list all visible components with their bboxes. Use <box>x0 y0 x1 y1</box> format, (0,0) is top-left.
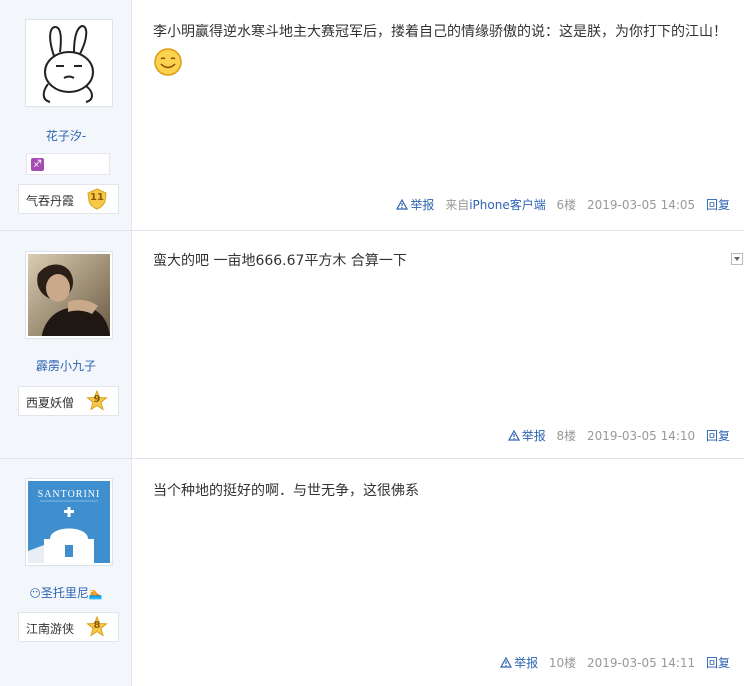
avatar[interactable] <box>25 251 113 339</box>
level-shield-icon: 11 <box>86 188 108 210</box>
post-content: 当个种地的挺好的啊．与世无争，这很佛系 <box>153 477 733 506</box>
smiley-face-icon <box>154 48 182 76</box>
rabbit-avatar-icon <box>28 22 110 104</box>
reply-link[interactable]: 回复 <box>706 656 730 670</box>
username-link[interactable]: 😶圣托里尼🏊 <box>0 584 132 601</box>
post-datetime: 2019-03-05 14:05 <box>587 198 696 212</box>
post-text: 蛮大的吧 一亩地666.67平方木 合算一下 <box>153 253 407 269</box>
warning-icon <box>507 430 520 441</box>
santorini-church-avatar: SANTORINI <box>28 481 110 563</box>
client-source: 来自iPhone客户端 <box>445 198 546 212</box>
rank-name: 江南游侠 <box>26 622 75 636</box>
post-floor-8: 霹雳小九子 西夏妖僧 9 蛮大的吧 一亩地666.67平方木 合算一下 举报 8… <box>0 231 744 459</box>
username-link[interactable]: 花子汐- <box>0 127 132 144</box>
post-floor-10: SANTORINI 😶圣托里尼🏊 江南游侠 8 当个种地的挺好的啊．与世无争，这… <box>0 459 744 686</box>
forum-rank-badge[interactable]: 气吞丹霞 11 <box>18 184 119 214</box>
forum-rank-badge[interactable]: 西夏妖僧 9 <box>18 386 119 416</box>
forum-rank-badge[interactable]: 江南游侠 8 <box>18 612 119 642</box>
rank-level: 8 <box>93 620 101 631</box>
reply-link[interactable]: 回复 <box>706 429 730 443</box>
user-icon-bar: ♐ <box>26 153 110 175</box>
floor-number: 6楼 <box>556 198 577 212</box>
level-star-icon: 8 <box>86 616 108 638</box>
post-datetime: 2019-03-05 14:10 <box>587 429 696 443</box>
rank-name: 气吞丹霞 <box>26 194 75 208</box>
warning-icon <box>500 657 513 668</box>
rank-level: 9 <box>93 394 101 405</box>
post-datetime: 2019-03-05 14:11 <box>587 656 696 670</box>
avatar[interactable]: SANTORINI <box>25 478 113 566</box>
post-menu-dropdown-icon[interactable] <box>731 253 743 265</box>
username-suffix-emoji: 🏊 <box>88 587 103 600</box>
floor-number: 8楼 <box>556 429 577 443</box>
post-text: 李小明赢得逆水寒斗地主大赛冠军后，搂着自己的情缘骄傲的说：这是朕，为你打下的江山… <box>153 24 727 40</box>
avatar[interactable] <box>25 19 113 107</box>
post-content: 李小明赢得逆水寒斗地主大赛冠军后，搂着自己的情缘骄傲的说：这是朕，为你打下的江山… <box>153 18 733 77</box>
post-text: 当个种地的挺好的啊．与世无争，这很佛系 <box>153 483 419 499</box>
report-link[interactable]: 举报 <box>396 198 434 212</box>
reply-link[interactable]: 回复 <box>706 198 730 212</box>
warning-icon <box>396 199 409 210</box>
avatar-text: SANTORINI <box>38 489 101 500</box>
report-link[interactable]: 举报 <box>500 656 538 670</box>
floor-number: 10楼 <box>548 656 577 670</box>
username-link[interactable]: 霹雳小九子 <box>0 357 132 374</box>
report-link[interactable]: 举报 <box>507 429 546 443</box>
post-tail-bar: 举报 8楼 2019-03-05 14:10 回复 <box>507 427 730 444</box>
author-sidebar: 花子汐- ♐ 气吞丹霞 11 <box>0 0 132 230</box>
rank-level: 11 <box>90 192 104 203</box>
username-prefix-emoji: 😶 <box>29 587 41 600</box>
post-content: 蛮大的吧 一亩地666.67平方木 合算一下 <box>153 247 733 276</box>
post-floor-6: 花子汐- ♐ 气吞丹霞 11 李小明赢得逆水寒斗地主大赛冠军后，搂着自己的情缘骄… <box>0 0 744 231</box>
author-sidebar: 霹雳小九子 西夏妖僧 9 <box>0 231 132 458</box>
author-sidebar: SANTORINI 😶圣托里尼🏊 江南游侠 8 <box>0 459 132 686</box>
portrait-photo-avatar <box>28 254 110 336</box>
post-tail-bar: 举报 来自iPhone客户端 6楼 2019-03-05 14:05 回复 <box>396 196 730 213</box>
sagittarius-icon[interactable]: ♐ <box>31 158 44 171</box>
level-star-icon: 9 <box>86 390 108 412</box>
post-tail-bar: 举报 10楼 2019-03-05 14:11 回复 <box>500 654 730 671</box>
client-device-link[interactable]: iPhone客户端 <box>469 198 546 212</box>
rank-name: 西夏妖僧 <box>26 396 75 410</box>
